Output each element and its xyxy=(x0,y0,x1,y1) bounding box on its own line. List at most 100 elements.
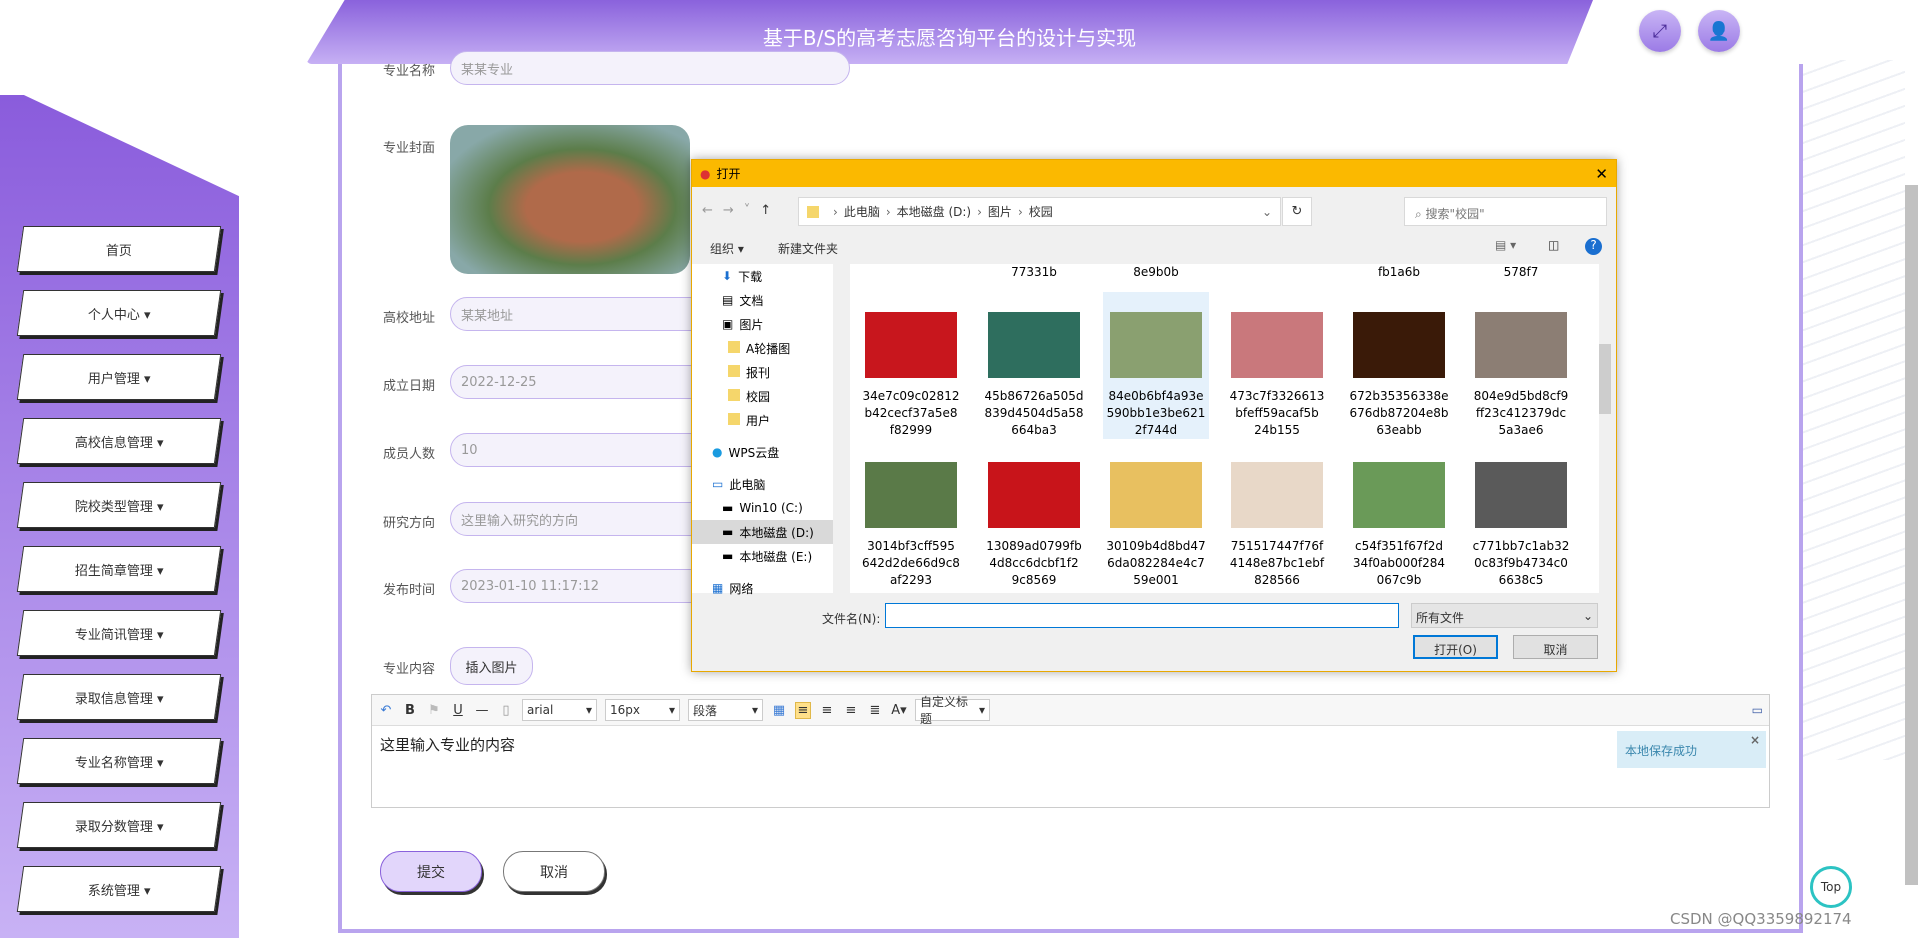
search-input[interactable]: ⌕ 搜索"校园" xyxy=(1404,197,1607,226)
dialog-cancel-button[interactable]: 取消 xyxy=(1513,635,1598,659)
nav-item[interactable]: ▭ 此电脑 xyxy=(692,472,845,496)
nav-item[interactable]: A轮播图 xyxy=(692,336,845,360)
file-item[interactable]: 30109b4d8bd47 6da082284e4c7 59e001 xyxy=(1103,442,1209,589)
file-label-partial[interactable]: 77331b xyxy=(981,264,1087,281)
help-icon[interactable]: ? xyxy=(1585,238,1602,255)
nav-item[interactable]: ● WPS云盘 xyxy=(692,440,845,464)
nav-arrows[interactable]: ←→˅↑ xyxy=(702,203,781,218)
undo-icon[interactable]: ↶ xyxy=(378,703,394,718)
view-options-icon[interactable]: ▤ ▾ xyxy=(1495,238,1516,252)
nav-scrollbar[interactable] xyxy=(833,264,845,593)
file-item[interactable]: c54f351f67f2d 34f0ab000f284 067c9b xyxy=(1346,442,1452,589)
filetype-select[interactable]: 所有文件 ⌄ xyxy=(1411,603,1598,628)
file-item[interactable]: 672b35356338e 676db87204e8b 63eabb xyxy=(1346,292,1452,439)
sidebar-item[interactable]: 个人中心 ▾ xyxy=(16,290,222,336)
user-icon[interactable]: 👤 xyxy=(1698,10,1740,52)
filename-input[interactable] xyxy=(885,603,1399,628)
cover-image[interactable] xyxy=(450,125,690,274)
filename-label: 文件名(N): xyxy=(822,612,881,626)
refresh-icon[interactable]: ↻ xyxy=(1282,197,1312,226)
open-button[interactable]: 打开(O) xyxy=(1413,635,1498,659)
submit-button[interactable]: 提交 xyxy=(380,851,482,892)
align-center-icon[interactable]: ≡ xyxy=(843,703,859,718)
file-name: 804e9d5bd8cf9 ff23c412379dc 5a3ae6 xyxy=(1473,389,1569,437)
close-icon[interactable]: ✕ xyxy=(1595,165,1608,183)
file-item[interactable]: c771bb7c1ab32 0c83f9b4734c0 6638c5 xyxy=(1468,442,1574,589)
file-item[interactable]: 473c7f3326613 bfeff59acaf5b 24b155 xyxy=(1224,292,1330,439)
fullscreen-icon[interactable]: ⤢ xyxy=(1639,10,1681,52)
nav-item[interactable]: ▦ 网络 xyxy=(692,576,845,600)
nav-item[interactable]: ▬ Win10 (C:) xyxy=(692,496,845,520)
sidebar-item[interactable]: 录取分数管理 ▾ xyxy=(16,802,222,848)
nav-item[interactable]: ⬇ 下载 xyxy=(692,264,845,288)
nav-item[interactable]: ▬ 本地磁盘 (D:) xyxy=(692,520,845,544)
format-painter-icon[interactable]: ⚑ xyxy=(426,703,442,718)
label-date: 成立日期 xyxy=(383,379,436,394)
insert-image-button[interactable]: 插入图片 xyxy=(450,647,533,685)
save-toast: 本地保存成功 × xyxy=(1617,731,1766,768)
align-left-icon[interactable]: ≡ xyxy=(795,701,811,719)
preview-pane-icon[interactable]: ◫ xyxy=(1548,238,1559,252)
background-decoration xyxy=(1800,60,1905,760)
file-item[interactable]: 34e7c09c02812 b42cecf37a5e8 f82999 xyxy=(858,292,964,439)
sidebar-item[interactable]: 录取信息管理 ▾ xyxy=(16,674,222,720)
editor-content[interactable]: 这里输入专业的内容 xyxy=(372,726,1769,763)
file-item[interactable]: 84e0b6bf4a93e 590bb1e3be621 2f744d xyxy=(1103,292,1209,439)
breadcrumb-item[interactable]: 校园 xyxy=(1029,205,1053,219)
align-justify-icon[interactable]: ≣ xyxy=(867,703,883,718)
sidebar-item[interactable]: 用户管理 ▾ xyxy=(16,354,222,400)
new-folder-button[interactable]: 新建文件夹 xyxy=(778,240,838,257)
page-scrollbar[interactable] xyxy=(1905,185,1918,885)
chevron-down-icon[interactable]: ⌄ xyxy=(1262,205,1280,219)
paragraph-select[interactable]: 段落 ▾ xyxy=(688,699,763,721)
major-name-input[interactable]: 某某专业 xyxy=(450,51,850,85)
sidebar-item[interactable]: 高校信息管理 ▾ xyxy=(16,418,222,464)
toast-text: 本地保存成功 xyxy=(1625,744,1698,758)
breadcrumb-item[interactable]: 本地磁盘 (D:) xyxy=(897,205,971,219)
nav-item[interactable]: 校园 xyxy=(692,384,845,408)
horizontal-line-icon[interactable]: — xyxy=(474,703,490,718)
nav-item[interactable]: ▬ 本地磁盘 (E:) xyxy=(692,544,845,568)
nav-item[interactable]: ▣ 图片 xyxy=(692,312,845,336)
nav-item[interactable]: 报刊 xyxy=(692,360,845,384)
table-icon[interactable]: ▦ xyxy=(771,703,787,718)
organize-menu[interactable]: 组织 ▾ xyxy=(710,240,744,257)
file-item[interactable]: 804e9d5bd8cf9 ff23c412379dc 5a3ae6 xyxy=(1468,292,1574,439)
align-right-icon[interactable]: ≡ xyxy=(819,703,835,718)
sidebar-item-label: 招生简章管理 ▾ xyxy=(74,563,164,579)
back-to-top-button[interactable]: Top xyxy=(1810,866,1852,908)
sidebar-item[interactable]: 首页 xyxy=(16,226,222,272)
sidebar-item[interactable]: 招生简章管理 ▾ xyxy=(16,546,222,592)
nav-item[interactable]: ▤ 文档 xyxy=(692,288,845,312)
sidebar-item-label: 录取信息管理 ▾ xyxy=(74,691,164,707)
sidebar-item[interactable]: 专业简讯管理 ▾ xyxy=(16,610,222,656)
file-item[interactable]: 3014bf3cff595 642d2de66d9c8 af2293 xyxy=(858,442,964,589)
label-publish: 发布时间 xyxy=(383,583,436,598)
font-color-icon[interactable]: A▾ xyxy=(891,703,907,718)
bold-icon[interactable]: B xyxy=(402,703,418,718)
sidebar-item[interactable]: 专业名称管理 ▾ xyxy=(16,738,222,784)
underline-icon[interactable]: U xyxy=(450,703,466,718)
nav-item[interactable]: 用户 xyxy=(692,408,845,432)
files-scrollbar[interactable] xyxy=(1599,264,1611,593)
address-bar[interactable]: › 此电脑 › 本地磁盘 (D:) › 图片 › 校园 ⌄ xyxy=(798,197,1281,226)
font-size-select[interactable]: 16px ▾ xyxy=(605,699,680,721)
file-item[interactable]: 45b86726a505d 839d4504d5a58 664ba3 xyxy=(981,292,1087,439)
file-label-partial[interactable]: fb1a6b xyxy=(1346,264,1452,281)
document-icon[interactable]: ▯ xyxy=(498,703,514,718)
breadcrumb-item[interactable]: 图片 xyxy=(988,205,1012,219)
file-label-partial[interactable]: 578f7 xyxy=(1468,264,1574,281)
close-icon[interactable]: × xyxy=(1750,733,1760,747)
folder-icon xyxy=(728,340,740,356)
breadcrumb-item[interactable]: 此电脑 xyxy=(844,205,880,219)
file-label-partial[interactable]: 8e9b0b xyxy=(1103,264,1209,281)
font-family-select[interactable]: arial ▾ xyxy=(522,699,597,721)
sidebar-item[interactable]: 院校类型管理 ▾ xyxy=(16,482,222,528)
fullscreen-editor-icon[interactable]: ▭ xyxy=(1752,703,1763,717)
custom-title-select[interactable]: 自定义标题 ▾ xyxy=(915,695,990,726)
sidebar-item-label: 专业简讯管理 ▾ xyxy=(74,627,164,643)
sidebar-item[interactable]: 系统管理 ▾ xyxy=(16,866,222,912)
cancel-button[interactable]: 取消 xyxy=(503,851,605,892)
file-item[interactable]: 751517447f76f 4148e87bc1ebf 828566 xyxy=(1224,442,1330,589)
file-item[interactable]: 13089ad0799fb 4d8cc6dcbf1f2 9c8569 xyxy=(981,442,1087,589)
